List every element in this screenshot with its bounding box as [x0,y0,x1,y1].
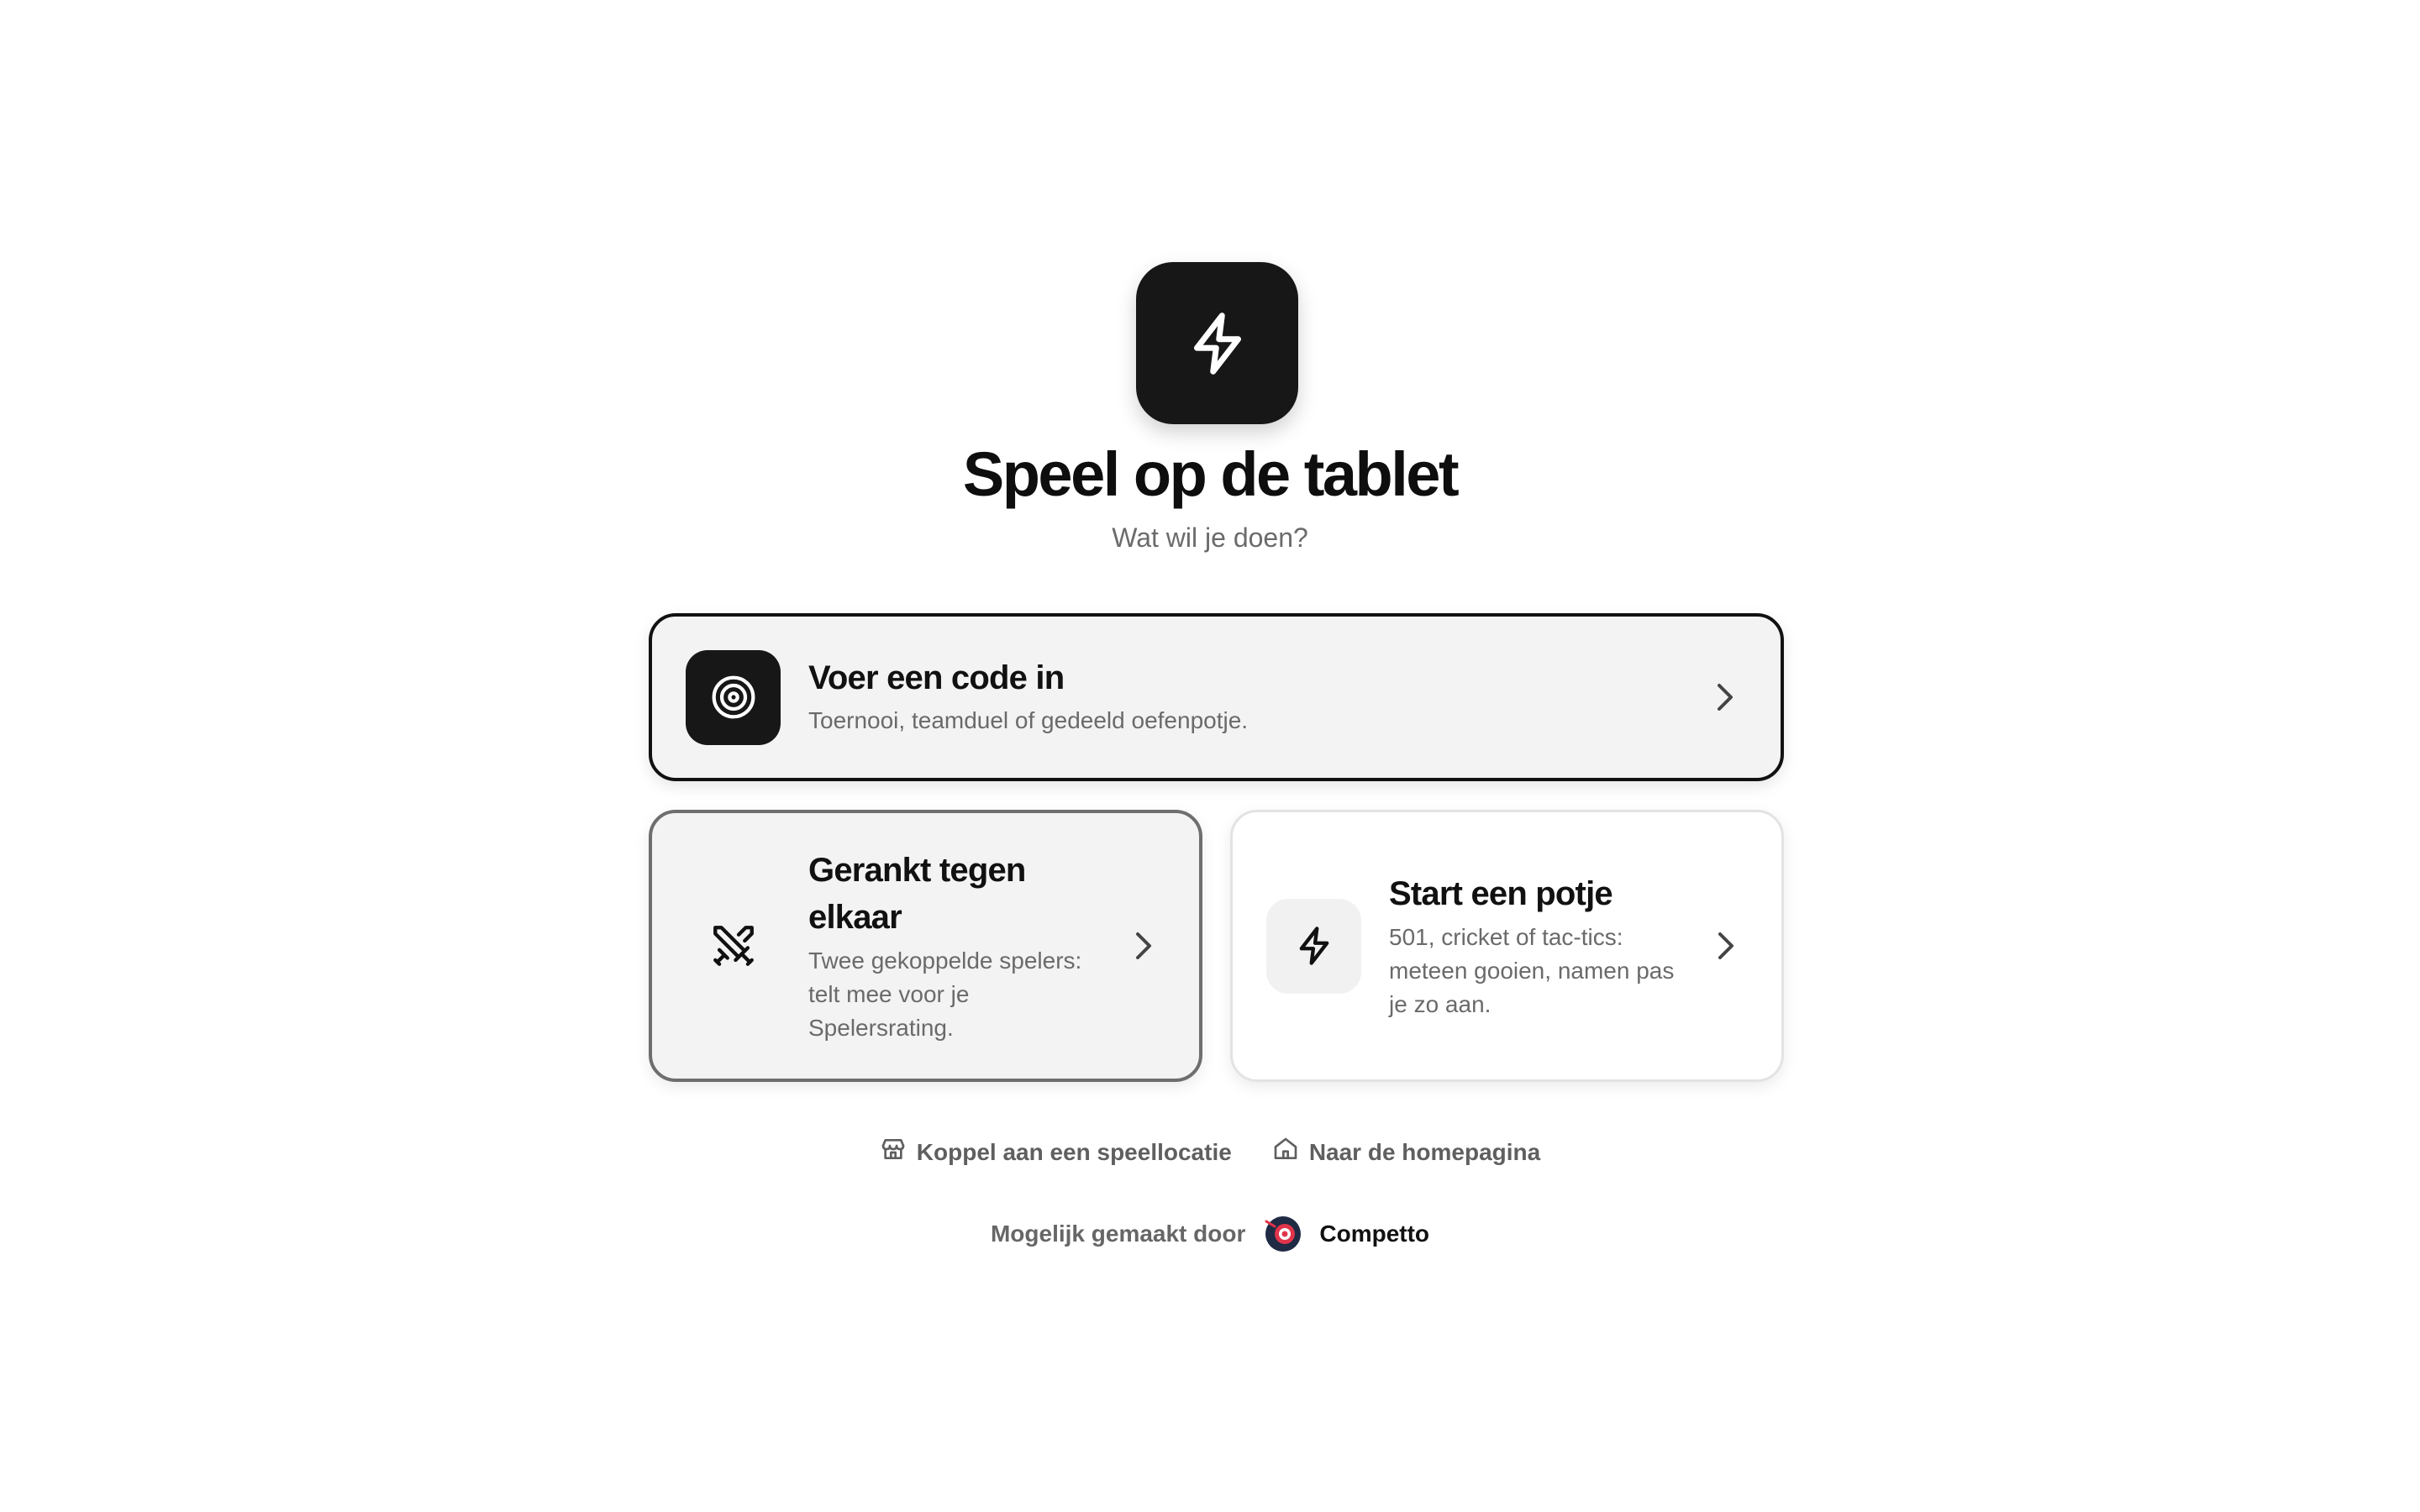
link-location[interactable]: Koppel aan een speellocatie [880,1136,1232,1168]
enter-code-title: Voer een code in [808,659,1065,696]
start-game-card[interactable]: Start een potje 501, cricket of tac-tics… [1230,810,1784,1082]
ranked-match-description: Twee gekoppelde spelers: telt mee voor j… [808,948,1082,1041]
ranked-match-title: Gerankt tegen elkaar [808,852,1026,936]
start-game-description: 501, cricket of tac-tics: meteen gooien,… [1389,924,1675,1017]
link-location-label: Koppel aan een speellocatie [916,1138,1232,1165]
brand-name[interactable]: Competto [1319,1221,1429,1247]
footer-label: Mogelijk gemaakt door [990,1221,1246,1247]
enter-code-text: Voer een code in Toernooi, teamduel of g… [781,657,1708,738]
ranked-match-text: Gerankt tegen elkaar Twee gekoppelde spe… [781,847,1127,1045]
hero-lightning-icon [1136,262,1298,424]
footer-credit: Mogelijk gemaakt door Competto [0,1215,2420,1253]
store-icon [880,1136,907,1168]
chevron-right-icon [1709,929,1743,963]
page-title: Speel op de tablet [962,439,1460,509]
enter-code-description: Toernooi, teamduel of gedeeld oefenpotje… [808,707,1249,733]
enter-code-card[interactable]: Voer een code in Toernooi, teamduel of g… [649,613,1784,781]
link-home[interactable]: Naar de homepagina [1272,1136,1540,1168]
page-subtitle: Wat wil je doen? [1112,522,1308,553]
lightning-bolt-icon [1266,898,1361,994]
tablet-start-page: Speel op de tablet Wat wil je doen? Voer… [0,0,2420,1512]
target-icon [686,649,781,745]
crossed-swords-icon [686,899,781,994]
home-icon [1272,1136,1299,1168]
ranked-match-card[interactable]: Gerankt tegen elkaar Twee gekoppelde spe… [649,810,1202,1082]
link-home-label: Naar de homepagina [1308,1138,1541,1165]
start-game-title: Start een potje [1389,875,1613,912]
secondary-links: Koppel aan een speellocatie Naar de home… [0,1136,2420,1168]
start-game-text: Start een potje 501, cricket of tac-tics… [1361,870,1709,1021]
chevron-right-icon [1127,929,1160,963]
competto-logo [1264,1215,1302,1253]
chevron-right-icon [1708,680,1742,714]
